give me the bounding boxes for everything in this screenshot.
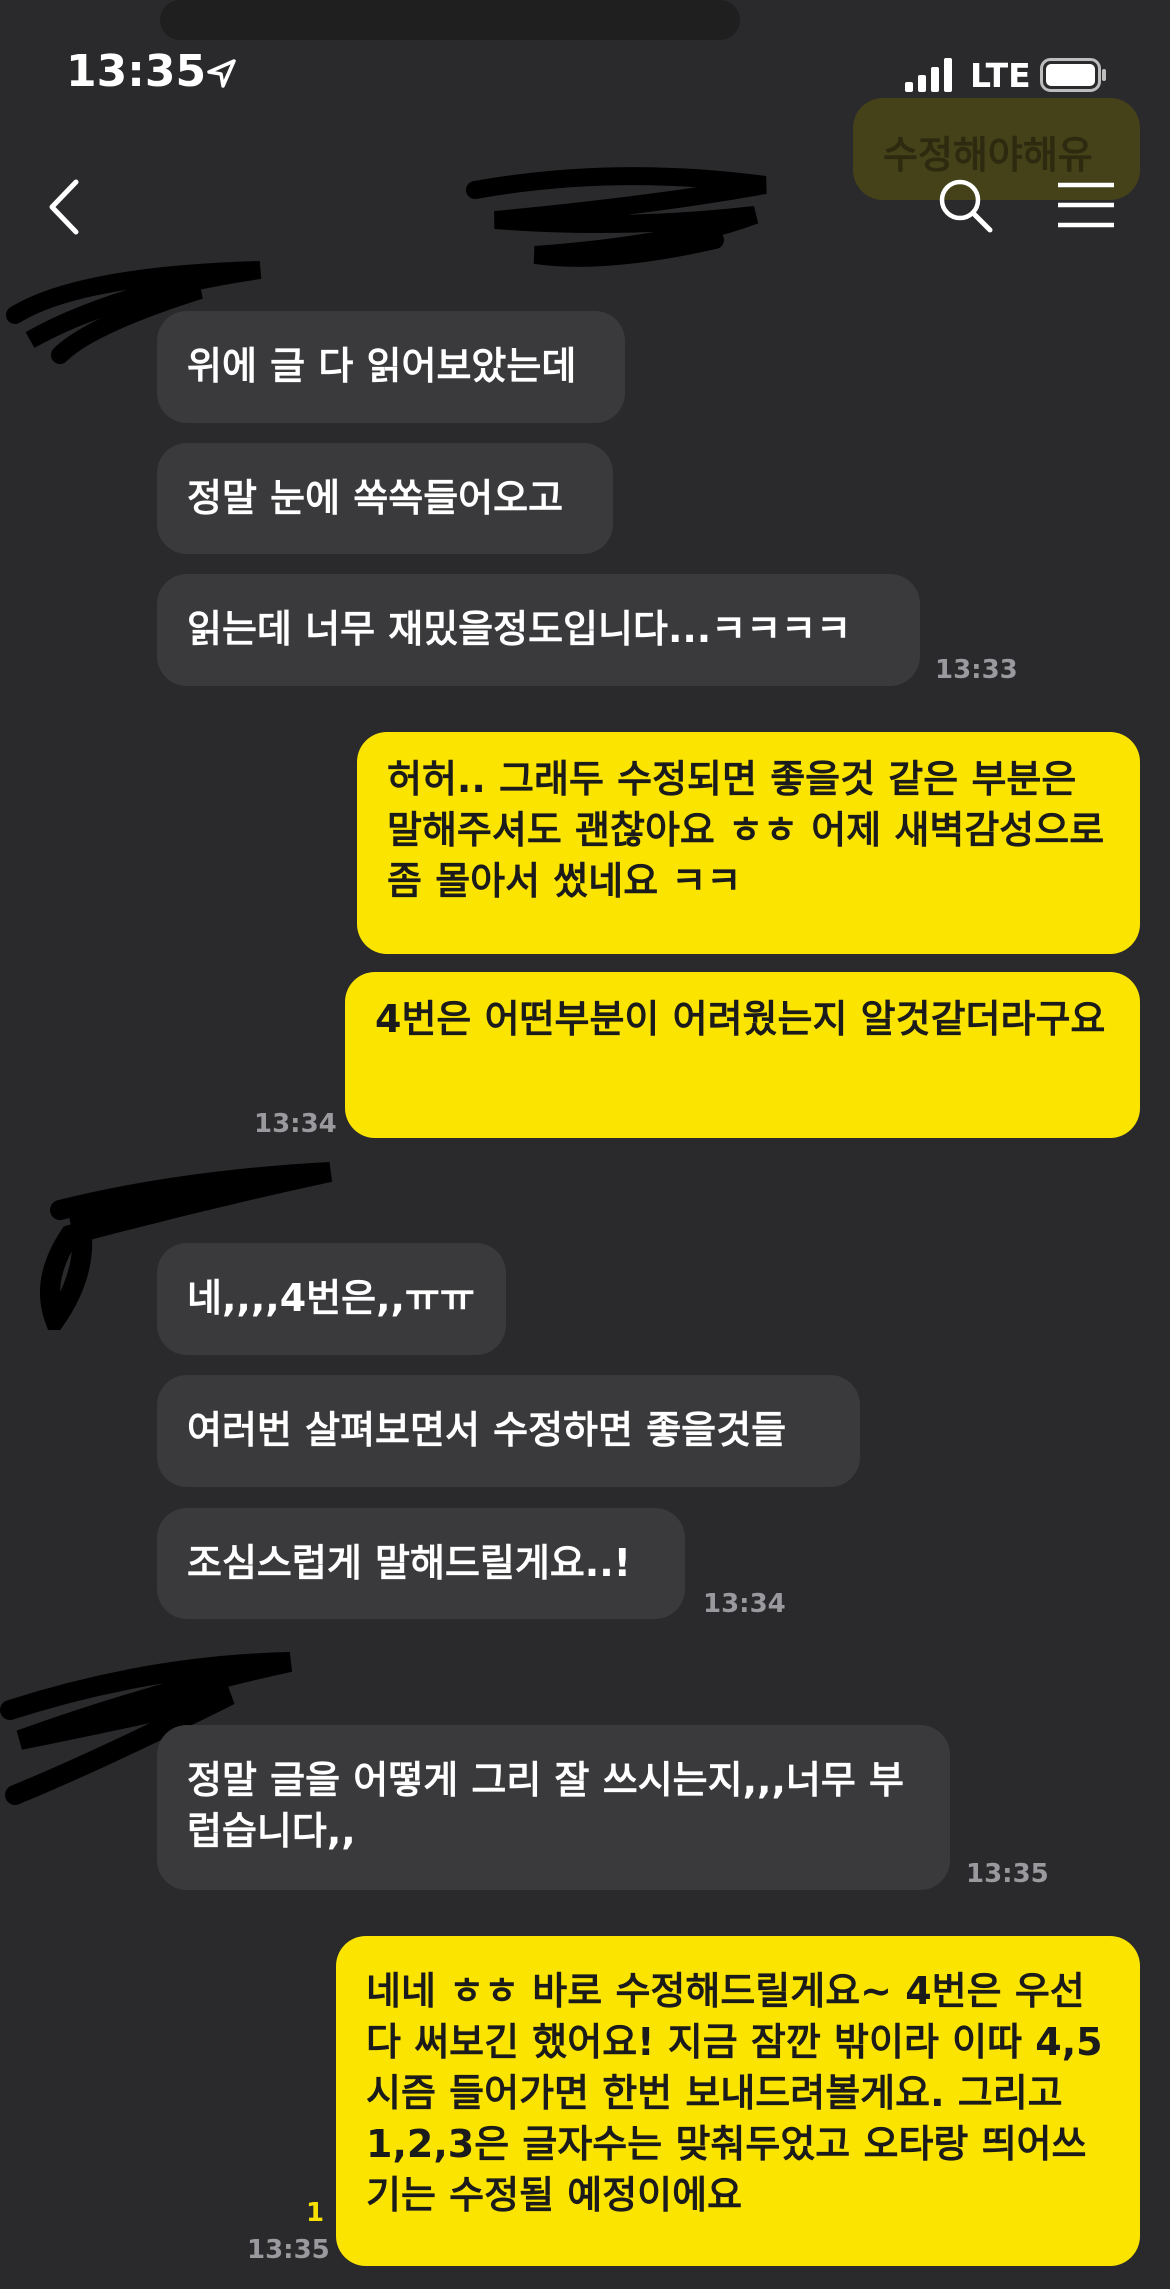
location-arrow-icon (207, 59, 236, 88)
incoming-message: 정말 눈에 쏙쏙들어오고 (157, 443, 613, 554)
incoming-message: 정말 글을 어떻게 그리 잘 쓰시는지,,,너무 부럽습니다,, (157, 1725, 950, 1890)
message-time: 13:35 (966, 1859, 1049, 1889)
message-time: 13:35 (247, 2235, 330, 2265)
search-icon[interactable] (938, 178, 994, 234)
outgoing-message: 4번은 어떤부분이 어려웠는지 알것같더라구요 (345, 972, 1140, 1138)
outgoing-message: 허허.. 그래두 수정되면 좋을것 같은 부분은 말해주셔도 괜찮아요 ㅎㅎ 어… (357, 732, 1140, 954)
incoming-message: 읽는데 너무 재밌을정도입니다...ㅋㅋㅋㅋ (157, 574, 920, 686)
faded-message (160, 0, 740, 40)
incoming-message: 네,,,,4번은,,ㅠㅠ (157, 1243, 506, 1355)
incoming-message: 위에 글 다 읽어보았는데 (157, 311, 625, 423)
redacted-chat-title (466, 167, 767, 267)
unread-count: 1 (306, 2198, 325, 2228)
back-icon[interactable] (44, 178, 84, 236)
message-time: 13:33 (935, 655, 1018, 685)
network-label: LTE (970, 56, 1031, 95)
status-time: 13:35 (66, 46, 207, 97)
battery-icon (1040, 58, 1106, 92)
message-time: 13:34 (254, 1109, 337, 1139)
incoming-message: 조심스럽게 말해드릴게요..! (157, 1508, 685, 1619)
incoming-message: 여러번 살펴보면서 수정하면 좋을것들 (157, 1375, 860, 1487)
menu-icon[interactable] (1056, 180, 1116, 230)
signal-icon (905, 58, 952, 92)
message-time: 13:34 (703, 1589, 786, 1619)
outgoing-message: 네네 ㅎㅎ 바로 수정해드릴게요~ 4번은 우선 다 써보긴 했어요! 지금 잠… (336, 1936, 1140, 2266)
faded-message-text: 수정해야해유 (883, 133, 1093, 177)
